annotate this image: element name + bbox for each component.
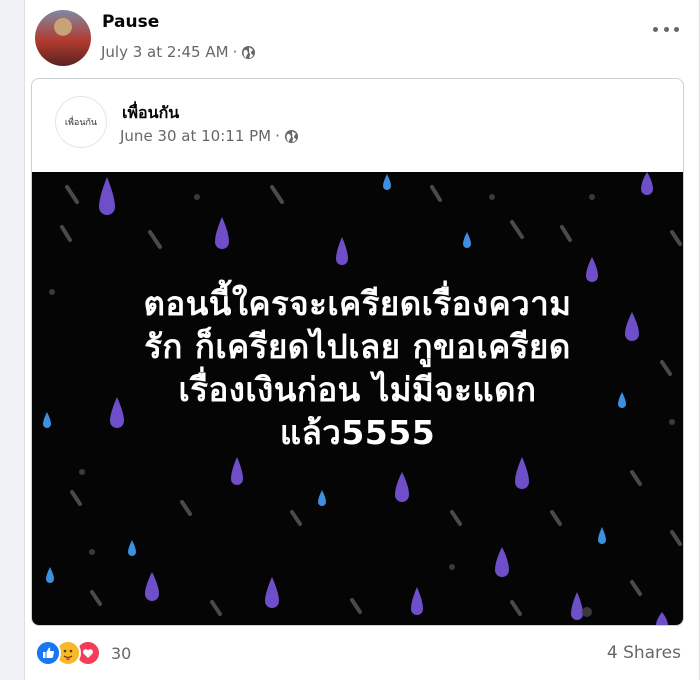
shared-post-meta: June 30 at 10:11 PM · (120, 127, 299, 145)
meta-separator: · (232, 43, 238, 61)
caption-line: ตอนนี้ใครจะเครียดเรื่องความ (143, 284, 572, 323)
post-footer: 30 4 Shares (35, 638, 681, 668)
page-logo[interactable]: เพื่อนกัน (55, 96, 107, 148)
more-dot (674, 26, 679, 32)
image-caption-text: ตอนนี้ใครจะเครียดเรื่องความ รัก ก็เครียด… (32, 282, 683, 454)
post-author-name[interactable]: Pause (102, 12, 159, 32)
shared-post[interactable]: เพื่อนกัน เพื่อนกัน June 30 at 10:11 PM … (31, 78, 684, 626)
globe-icon[interactable] (284, 129, 299, 144)
post-timestamp[interactable]: July 3 at 2:45 AM (101, 43, 229, 61)
author-avatar[interactable] (35, 10, 91, 66)
caption-line: รัก ก็เครียดไปเลย กูขอเครียด (144, 327, 571, 366)
more-options-icon[interactable] (653, 24, 679, 34)
caption-line: เรื่องเงินก่อน ไม่มีจะแดก (178, 370, 537, 409)
more-dot (663, 26, 669, 32)
more-dot (653, 26, 658, 32)
shared-post-timestamp[interactable]: June 30 at 10:11 PM (120, 127, 271, 145)
reactions-summary[interactable]: 30 (35, 640, 131, 666)
shares-count[interactable]: 4 Shares (607, 643, 681, 663)
like-icon (35, 640, 61, 666)
meta-separator: · (275, 127, 280, 145)
post-card: Pause July 3 at 2:45 AM · เพื่อนกัน เพื่… (24, 0, 700, 680)
post-image[interactable]: ตอนนี้ใครจะเครียดเรื่องความ รัก ก็เครียด… (32, 172, 683, 625)
page-name[interactable]: เพื่อนกัน (122, 101, 179, 126)
post-meta: July 3 at 2:45 AM · (101, 43, 256, 61)
reaction-count[interactable]: 30 (111, 644, 131, 663)
globe-icon[interactable] (241, 45, 256, 60)
caption-line: แล้ว5555 (279, 413, 436, 452)
